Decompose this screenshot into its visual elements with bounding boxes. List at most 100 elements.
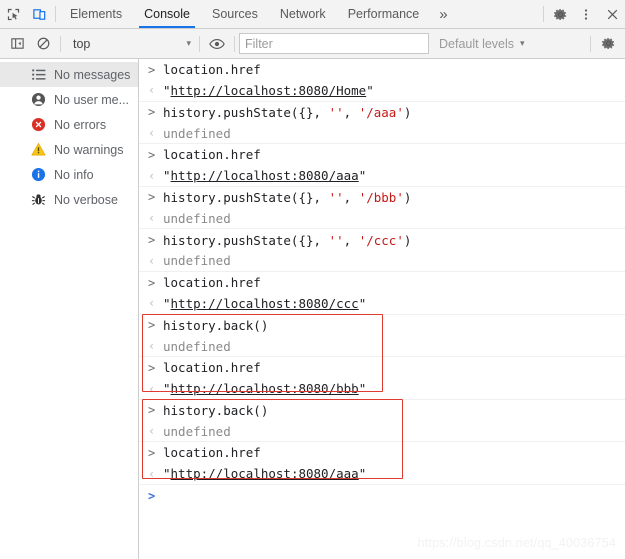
console-toolbar: top ▾ Default levels ▾ bbox=[0, 29, 625, 59]
sidebar-item-verbose[interactable]: No verbose bbox=[0, 187, 138, 212]
console-result-url: "http://localhost:8080/ccc" bbox=[163, 295, 367, 311]
tabbar-spacer bbox=[457, 0, 540, 28]
output-marker-icon: ‹ bbox=[148, 253, 156, 268]
filter-input[interactable] bbox=[239, 33, 429, 54]
list-glyph bbox=[31, 68, 45, 80]
tab-network-label: Network bbox=[279, 7, 326, 21]
console-prompt-row[interactable]: > bbox=[139, 485, 625, 506]
console-expression: location.href bbox=[163, 275, 261, 291]
input-marker-icon: > bbox=[148, 275, 156, 290]
console-row: ‹ undefined bbox=[139, 336, 625, 358]
console-row: > history.back() bbox=[139, 315, 625, 336]
output-marker-icon: ‹ bbox=[148, 466, 156, 481]
sidebar-item-errors-label: No errors bbox=[54, 117, 107, 132]
console-row: ‹ "http://localhost:8080/bbb" bbox=[139, 378, 625, 400]
input-marker-icon: > bbox=[148, 147, 156, 162]
input-marker-icon: > bbox=[148, 233, 156, 248]
sidebar-item-user-messages-label: No user me... bbox=[54, 92, 130, 107]
url-link[interactable]: http://localhost:8080/ccc bbox=[171, 296, 359, 311]
console-row: > history.pushState({}, '', '/aaa') bbox=[139, 102, 625, 123]
sidebar-item-info-label: No info bbox=[54, 167, 94, 182]
output-marker-icon: ‹ bbox=[148, 296, 156, 311]
sidebar-item-user-messages[interactable]: No user me... bbox=[0, 87, 138, 112]
console-row: > location.href bbox=[139, 144, 625, 165]
sidebar-item-messages[interactable]: No messages bbox=[0, 62, 138, 87]
sidebar-item-info[interactable]: No info bbox=[0, 162, 138, 187]
console-result-undefined: undefined bbox=[163, 253, 231, 269]
console-row: ‹ undefined bbox=[139, 421, 625, 443]
console-row: > location.href bbox=[139, 442, 625, 463]
output-marker-icon: ‹ bbox=[148, 83, 156, 98]
console-result-url: "http://localhost:8080/bbb" bbox=[163, 381, 367, 397]
console-body: No messages No user me... No errors No w… bbox=[0, 59, 625, 559]
execution-context-select[interactable]: top ▾ bbox=[65, 37, 195, 51]
user-glyph bbox=[31, 92, 46, 107]
more-tabs-icon[interactable]: » bbox=[430, 0, 456, 28]
console-row: ‹ "http://localhost:8080/aaa" bbox=[139, 464, 625, 485]
url-link[interactable]: http://localhost:8080/aaa bbox=[171, 466, 359, 481]
console-log-area[interactable]: > location.href ‹ "http://localhost:8080/Ho… bbox=[139, 59, 625, 559]
console-row: > history.pushState({}, '', '/bbb') bbox=[139, 187, 625, 208]
console-row: ‹ undefined bbox=[139, 123, 625, 145]
url-link[interactable]: http://localhost:8080/Home bbox=[171, 83, 367, 98]
inspect-element-glyph bbox=[7, 8, 19, 20]
input-marker-icon: > bbox=[148, 403, 156, 418]
live-expression-icon[interactable] bbox=[204, 33, 230, 55]
tab-sources-label: Sources bbox=[211, 7, 258, 21]
log-levels-dropdown[interactable]: Default levels ▾ bbox=[439, 37, 525, 51]
bug-icon bbox=[30, 191, 47, 208]
tab-performance[interactable]: Performance bbox=[337, 0, 431, 28]
device-toolbar-icon[interactable] bbox=[26, 0, 52, 28]
devtools-tab-bar: Elements Console Sources Network Perform… bbox=[0, 0, 625, 29]
toolbar-divider-4 bbox=[590, 35, 591, 52]
console-result-undefined: undefined bbox=[163, 423, 231, 439]
output-marker-icon: ‹ bbox=[148, 211, 156, 226]
console-row: > location.href bbox=[139, 357, 625, 378]
info-glyph bbox=[31, 167, 46, 182]
input-marker-icon: > bbox=[148, 190, 156, 205]
input-marker-icon: > bbox=[148, 360, 156, 375]
console-row: ‹ "http://localhost:8080/aaa" bbox=[139, 165, 625, 187]
console-sidebar-toggle-icon[interactable] bbox=[4, 33, 30, 55]
clear-console-icon[interactable] bbox=[30, 33, 56, 55]
url-link[interactable]: http://localhost:8080/aaa bbox=[171, 168, 359, 183]
tabbar-divider-right bbox=[543, 6, 544, 22]
user-icon bbox=[30, 91, 47, 108]
console-settings-gear-icon[interactable] bbox=[595, 33, 621, 55]
sidebar-item-warnings[interactable]: No warnings bbox=[0, 137, 138, 162]
watermark: https://blog.csdn.net/qq_40036754 bbox=[417, 536, 616, 550]
output-marker-icon: ‹ bbox=[148, 381, 156, 396]
chevron-down-icon: ▾ bbox=[186, 38, 191, 48]
gear-icon[interactable] bbox=[547, 0, 573, 28]
tab-console[interactable]: Console bbox=[133, 0, 201, 28]
warning-glyph bbox=[31, 142, 46, 156]
console-result-url: "http://localhost:8080/aaa" bbox=[163, 466, 367, 482]
url-link[interactable]: http://localhost:8080/bbb bbox=[171, 381, 359, 396]
info-icon bbox=[30, 166, 47, 183]
kebab-menu-glyph bbox=[584, 8, 588, 20]
tab-elements[interactable]: Elements bbox=[59, 0, 133, 28]
bug-glyph bbox=[31, 194, 46, 205]
gear-glyph bbox=[601, 37, 614, 50]
sidebar-toggle-glyph bbox=[10, 38, 24, 49]
tab-network[interactable]: Network bbox=[269, 0, 337, 28]
console-expression: location.href bbox=[163, 147, 261, 163]
kebab-menu-icon[interactable] bbox=[573, 0, 599, 28]
more-tabs-label: » bbox=[439, 5, 448, 23]
inspect-element-icon[interactable] bbox=[0, 0, 26, 28]
console-row: > location.href bbox=[139, 59, 625, 80]
close-icon[interactable] bbox=[599, 0, 625, 28]
gear-glyph bbox=[553, 8, 566, 20]
console-expression: history.back() bbox=[163, 402, 269, 418]
console-row: > location.href bbox=[139, 272, 625, 293]
output-marker-icon: ‹ bbox=[148, 126, 156, 141]
console-expression: history.pushState({}, '', '/bbb') bbox=[163, 189, 412, 205]
console-sidebar: No messages No user me... No errors No w… bbox=[0, 59, 139, 559]
toolbar-divider-1 bbox=[60, 35, 61, 52]
sidebar-item-errors[interactable]: No errors bbox=[0, 112, 138, 137]
tab-sources[interactable]: Sources bbox=[201, 0, 269, 28]
tabbar-divider bbox=[55, 6, 56, 22]
console-expression: history.back() bbox=[163, 317, 269, 333]
chevron-down-icon: ▾ bbox=[520, 38, 525, 48]
console-expression: history.pushState({}, '', '/aaa') bbox=[163, 104, 412, 120]
